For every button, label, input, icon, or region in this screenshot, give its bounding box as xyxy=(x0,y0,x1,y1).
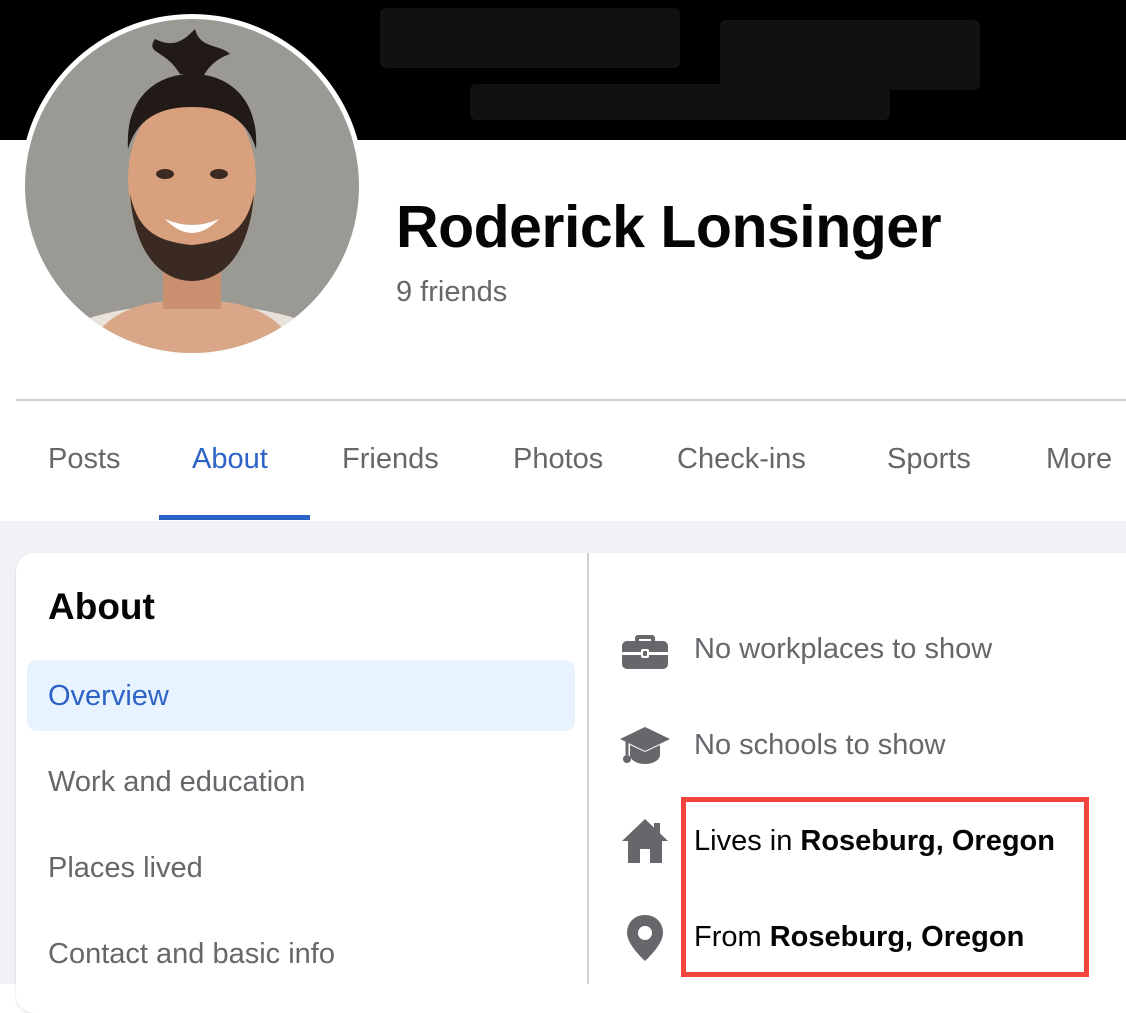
tab-friends[interactable]: Friends xyxy=(342,443,439,476)
profile-picture[interactable] xyxy=(20,14,364,358)
location-pin-icon xyxy=(618,911,672,965)
about-menu-contact-and-basic-info[interactable]: Contact and basic info xyxy=(48,938,335,971)
workplace-info: No workplaces to show xyxy=(694,633,993,665)
briefcase-icon xyxy=(618,623,672,677)
tab-photos[interactable]: Photos xyxy=(513,443,603,476)
tab-more[interactable]: More xyxy=(1046,443,1112,476)
highlight-annotation-box xyxy=(681,797,1089,977)
profile-tabs: Posts About Friends Photos Check-ins Spo… xyxy=(0,401,1126,521)
about-menu-places-lived[interactable]: Places lived xyxy=(48,852,203,885)
school-info: No schools to show xyxy=(694,729,946,761)
tab-about[interactable]: About xyxy=(192,443,268,476)
friends-count-link[interactable]: 9 friends xyxy=(396,276,507,309)
active-tab-indicator xyxy=(159,515,310,520)
profile-name: Roderick Lonsinger xyxy=(396,194,942,260)
about-card-divider xyxy=(587,553,589,984)
about-menu-overview[interactable]: Overview xyxy=(48,680,169,713)
about-heading: About xyxy=(48,586,155,627)
tab-posts[interactable]: Posts xyxy=(48,443,121,476)
tab-check-ins[interactable]: Check-ins xyxy=(677,443,806,476)
avatar-image xyxy=(25,19,359,353)
graduation-cap-icon xyxy=(618,719,672,773)
tab-sports[interactable]: Sports xyxy=(887,443,971,476)
home-icon xyxy=(618,815,672,869)
about-menu-work-and-education[interactable]: Work and education xyxy=(48,766,305,799)
